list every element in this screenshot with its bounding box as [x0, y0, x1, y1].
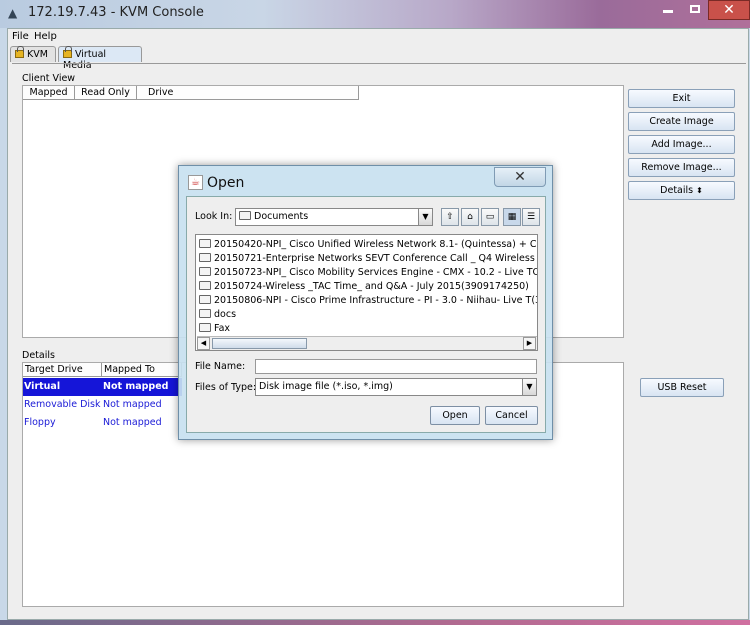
usb-reset-button[interactable]: USB Reset — [640, 378, 724, 397]
target-drive-cell: Removable Disk — [24, 399, 101, 410]
new-folder-icon[interactable]: ▭ — [481, 208, 499, 226]
horizontal-scrollbar[interactable]: ◀ ▶ — [197, 336, 537, 350]
column-header-target-drive[interactable]: Target Drive — [23, 363, 102, 377]
mapped-to-cell: Not mapped — [103, 417, 162, 428]
client-view-label: Client View — [22, 73, 76, 84]
list-item[interactable]: 20150724-Wireless _TAC Time_ and Q&A - J… — [199, 280, 529, 294]
chevron-down-icon[interactable]: ▼ — [418, 209, 432, 225]
column-header-read-only[interactable]: Read Only — [75, 86, 137, 100]
close-window-button[interactable]: ✕ — [708, 0, 750, 20]
minimize-button[interactable] — [655, 0, 680, 20]
lock-icon — [63, 46, 72, 58]
column-header-mapped-to[interactable]: Mapped To — [102, 363, 182, 377]
folder-icon — [199, 295, 211, 304]
list-item[interactable]: 20150806-NPI - Cisco Prime Infrastructur… — [199, 294, 537, 308]
create-image-button[interactable]: Create Image — [628, 112, 735, 131]
open-button[interactable]: Open — [430, 406, 480, 425]
up-down-arrow-icon: ⬍ — [696, 186, 703, 195]
up-one-level-icon[interactable]: ⇧ — [441, 208, 459, 226]
look-in-label: Look In: — [195, 211, 233, 222]
maximize-button[interactable] — [682, 0, 707, 20]
file-name: docs — [214, 309, 237, 320]
details-label: Details — [22, 350, 55, 361]
look-in-text: Documents — [254, 211, 309, 222]
file-name: 20150724-Wireless _TAC Time_ and Q&A - J… — [214, 281, 529, 292]
lock-icon — [15, 46, 24, 58]
scroll-right-icon[interactable]: ▶ — [523, 337, 536, 350]
folder-icon — [199, 267, 211, 276]
tab-kvm-label: KVM — [27, 49, 48, 60]
look-in-dropdown[interactable]: Documents ▼ — [235, 208, 433, 226]
files-of-type-dropdown[interactable]: Disk image file (*.iso, *.img) ▼ — [255, 378, 537, 396]
title-bar[interactable]: ▲ 172.19.7.43 - KVM Console ✕ — [0, 0, 750, 28]
folder-icon — [239, 211, 251, 220]
file-name: 20150420-NPI_ Cisco Unified Wireless Net… — [214, 239, 537, 250]
folder-icon — [199, 253, 211, 262]
file-name-label: File Name: — [195, 361, 246, 372]
mapped-to-cell: Not mapped — [103, 399, 162, 410]
column-header-mapped[interactable]: Mapped — [23, 86, 75, 100]
files-of-type-value: Disk image file (*.iso, *.img) — [259, 381, 393, 392]
file-list[interactable]: 20150420-NPI_ Cisco Unified Wireless Net… — [195, 234, 538, 351]
folder-icon — [199, 239, 211, 248]
cancel-button[interactable]: Cancel — [485, 406, 538, 425]
scroll-left-icon[interactable]: ◀ — [197, 337, 210, 350]
window-title: 172.19.7.43 - KVM Console — [28, 5, 204, 20]
java-icon: ☕ — [188, 175, 203, 190]
file-name: 20150806-NPI - Cisco Prime Infrastructur… — [214, 295, 537, 306]
details-button-label: Details — [660, 185, 694, 196]
column-header-drive[interactable]: Drive — [137, 86, 359, 100]
open-dialog: ☕ Open ✕ Look In: Documents ▼ ⇧ ⌂ ▭ ▦ ☰ … — [178, 165, 553, 440]
remove-image-button[interactable]: Remove Image... — [628, 158, 735, 177]
file-name: Fax — [214, 323, 231, 334]
menu-help[interactable]: Help — [34, 31, 57, 42]
table-row[interactable]: Floppy Not mapped — [23, 414, 182, 432]
files-of-type-label: Files of Type: — [195, 382, 257, 393]
file-name-input[interactable] — [255, 359, 537, 374]
dialog-close-button[interactable]: ✕ — [494, 167, 546, 187]
details-view-icon[interactable]: ☰ — [522, 208, 540, 226]
mapped-to-cell: Not mapped — [103, 381, 169, 392]
dialog-body: Look In: Documents ▼ ⇧ ⌂ ▭ ▦ ☰ 20150420-… — [186, 196, 546, 433]
list-item[interactable]: 20150723-NPI_ Cisco Mobility Services En… — [199, 266, 537, 280]
folder-icon — [199, 281, 211, 290]
menu-file[interactable]: File — [12, 31, 29, 42]
file-name: 20150723-NPI_ Cisco Mobility Services En… — [214, 267, 537, 278]
file-name: 20150721-Enterprise Networks SEVT Confer… — [214, 253, 537, 264]
menu-bar: File Help — [8, 29, 748, 45]
app-icon: ▲ — [8, 6, 18, 20]
dialog-title: Open — [207, 175, 245, 191]
tab-kvm[interactable]: KVM — [10, 46, 56, 62]
exit-button[interactable]: Exit — [628, 89, 735, 108]
chevron-down-icon[interactable]: ▼ — [522, 379, 536, 395]
desktop-background-strip — [0, 620, 750, 625]
tab-virtual-media[interactable]: Virtual Media — [58, 46, 142, 71]
add-image-button[interactable]: Add Image... — [628, 135, 735, 154]
table-row[interactable]: Virtual CD/DVD Not mapped — [23, 378, 182, 410]
list-view-icon[interactable]: ▦ — [503, 208, 521, 226]
home-folder-icon[interactable]: ⌂ — [461, 208, 479, 226]
list-item[interactable]: 20150420-NPI_ Cisco Unified Wireless Net… — [199, 238, 537, 252]
target-drive-cell: Floppy — [24, 417, 56, 428]
details-button[interactable]: Details ⬍ — [628, 181, 735, 200]
table-row[interactable]: Removable Disk Not mapped — [23, 396, 182, 414]
folder-icon — [199, 323, 211, 332]
list-item[interactable]: docs — [199, 308, 236, 322]
list-item[interactable]: 20150721-Enterprise Networks SEVT Confer… — [199, 252, 537, 266]
look-in-value: Documents — [239, 211, 308, 222]
list-item[interactable]: Fax — [199, 322, 230, 336]
folder-icon — [199, 309, 211, 318]
scrollbar-thumb[interactable] — [212, 338, 307, 349]
